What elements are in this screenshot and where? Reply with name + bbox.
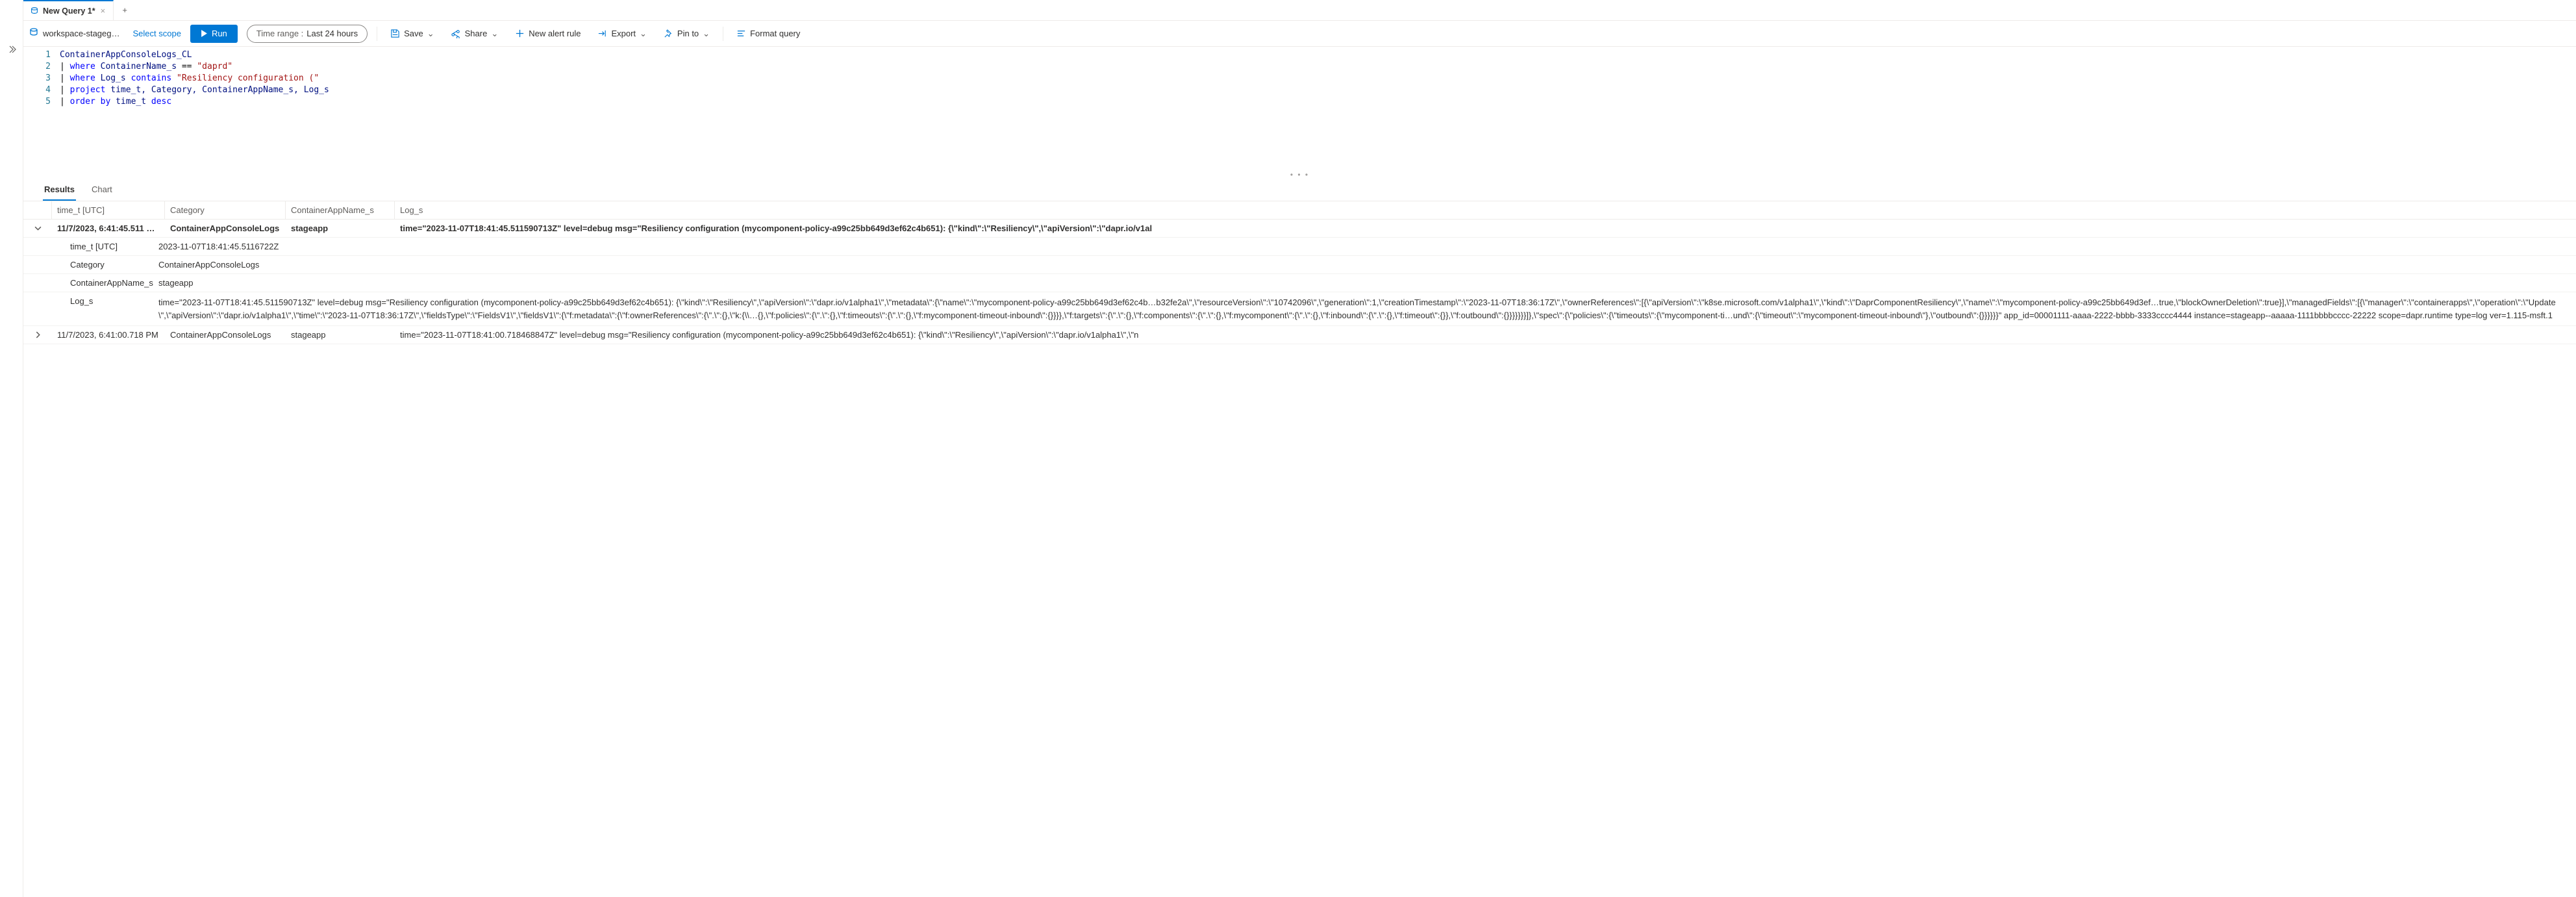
detail-key: time_t [UTC] bbox=[23, 238, 153, 255]
chevron-down-icon: ⌄ bbox=[640, 29, 647, 39]
detail-row: Log_stime="2023-11-07T18:41:45.511590713… bbox=[23, 292, 2576, 326]
cell: time="2023-11-07T18:41:00.718468847Z" le… bbox=[395, 326, 2576, 344]
detail-key: ContainerAppName_s bbox=[23, 274, 153, 292]
query-tab-active[interactable]: New Query 1* × bbox=[23, 0, 114, 20]
time-range-label: Time range : bbox=[256, 29, 304, 38]
col-app[interactable]: ContainerAppName_s bbox=[286, 201, 395, 219]
detail-key: Log_s bbox=[23, 292, 153, 325]
query-tab-title: New Query 1* bbox=[43, 6, 95, 16]
format-icon bbox=[736, 29, 746, 38]
results-grid: time_t [UTC] Category ContainerAppName_s… bbox=[23, 201, 2576, 344]
cell: stageapp bbox=[286, 220, 395, 237]
detail-row: time_t [UTC]2023-11-07T18:41:45.5116722Z bbox=[23, 238, 2576, 256]
chevron-down-icon: ⌄ bbox=[703, 29, 710, 39]
cell: ContainerAppConsoleLogs bbox=[165, 326, 286, 344]
cell: time="2023-11-07T18:41:45.511590713Z" le… bbox=[395, 220, 2576, 237]
save-icon bbox=[390, 29, 400, 38]
export-icon bbox=[597, 29, 607, 38]
horizontal-splitter[interactable]: • • • bbox=[23, 170, 2576, 179]
results-tab[interactable]: Results bbox=[43, 179, 76, 201]
pin-label: Pin to bbox=[677, 29, 699, 38]
workspace-name: workspace-stageg… bbox=[43, 29, 120, 38]
close-tab-button[interactable]: × bbox=[99, 6, 107, 16]
expand-rail-button[interactable] bbox=[3, 40, 21, 58]
detail-row: CategoryContainerAppConsoleLogs bbox=[23, 256, 2576, 274]
share-label: Share bbox=[465, 29, 488, 38]
results-tabbar: Results Chart bbox=[23, 179, 2576, 201]
left-rail bbox=[0, 0, 23, 897]
col-category[interactable]: Category bbox=[165, 201, 286, 219]
play-icon bbox=[201, 30, 208, 37]
format-query-button[interactable]: Format query bbox=[732, 26, 804, 41]
add-tab-button[interactable]: + bbox=[114, 0, 136, 20]
detail-row: ContainerAppName_sstageapp bbox=[23, 274, 2576, 292]
cell: stageapp bbox=[286, 326, 395, 344]
grid-header: time_t [UTC] Category ContainerAppName_s… bbox=[23, 201, 2576, 220]
col-expand bbox=[23, 201, 52, 219]
query-tabbar: New Query 1* × + bbox=[23, 0, 2576, 21]
detail-value: 2023-11-07T18:41:45.5116722Z bbox=[153, 238, 2576, 255]
query-toolbar: workspace-stageg… Select scope Run Time … bbox=[23, 21, 2576, 47]
cell: 11/7/2023, 6:41:45.511 … bbox=[52, 220, 165, 237]
time-range-picker[interactable]: Time range : Last 24 hours bbox=[247, 25, 368, 43]
save-label: Save bbox=[404, 29, 423, 38]
run-button-label: Run bbox=[212, 29, 227, 38]
col-log[interactable]: Log_s bbox=[395, 201, 2576, 219]
time-range-value: Last 24 hours bbox=[306, 29, 358, 38]
select-scope-link[interactable]: Select scope bbox=[133, 29, 181, 38]
cell: 11/7/2023, 6:41:00.718 PM bbox=[52, 326, 165, 344]
table-row[interactable]: 11/7/2023, 6:41:45.511 …ContainerAppCons… bbox=[23, 220, 2576, 238]
expand-row-button[interactable] bbox=[23, 326, 52, 344]
main-panel: New Query 1* × + workspace-stageg… Selec… bbox=[23, 0, 2576, 897]
plus-icon bbox=[515, 29, 525, 38]
pin-icon bbox=[664, 29, 673, 38]
new-alert-label: New alert rule bbox=[529, 29, 581, 38]
share-icon bbox=[451, 29, 461, 38]
chevron-down-icon: ⌄ bbox=[491, 29, 498, 39]
save-button[interactable]: Save ⌄ bbox=[386, 26, 438, 42]
query-tab-icon bbox=[30, 6, 39, 16]
workspace-icon bbox=[29, 27, 39, 40]
run-button[interactable]: Run bbox=[190, 25, 238, 43]
detail-value: time="2023-11-07T18:41:45.511590713Z" le… bbox=[153, 292, 2576, 325]
export-button[interactable]: Export ⌄ bbox=[594, 26, 650, 42]
editor-code[interactable]: ContainerAppConsoleLogs_CL| where Contai… bbox=[60, 49, 2576, 108]
cell: ContainerAppConsoleLogs bbox=[165, 220, 286, 237]
editor-padding bbox=[23, 112, 2576, 170]
table-row[interactable]: 11/7/2023, 6:41:00.718 PMContainerAppCon… bbox=[23, 326, 2576, 344]
share-button[interactable]: Share ⌄ bbox=[447, 26, 503, 42]
pin-button[interactable]: Pin to ⌄ bbox=[660, 26, 714, 42]
editor-gutter: 12345 bbox=[23, 49, 60, 108]
collapse-row-button[interactable] bbox=[23, 220, 52, 237]
detail-key: Category bbox=[23, 256, 153, 273]
col-time[interactable]: time_t [UTC] bbox=[52, 201, 165, 219]
format-label: Format query bbox=[750, 29, 800, 38]
detail-value: stageapp bbox=[153, 274, 2576, 292]
query-editor[interactable]: 12345 ContainerAppConsoleLogs_CL| where … bbox=[23, 47, 2576, 112]
chevron-down-icon: ⌄ bbox=[427, 29, 434, 39]
export-label: Export bbox=[611, 29, 636, 38]
workspace-scope: workspace-stageg… Select scope bbox=[29, 27, 181, 40]
new-alert-button[interactable]: New alert rule bbox=[511, 26, 584, 41]
detail-value: ContainerAppConsoleLogs bbox=[153, 256, 2576, 273]
chart-tab[interactable]: Chart bbox=[90, 179, 114, 201]
